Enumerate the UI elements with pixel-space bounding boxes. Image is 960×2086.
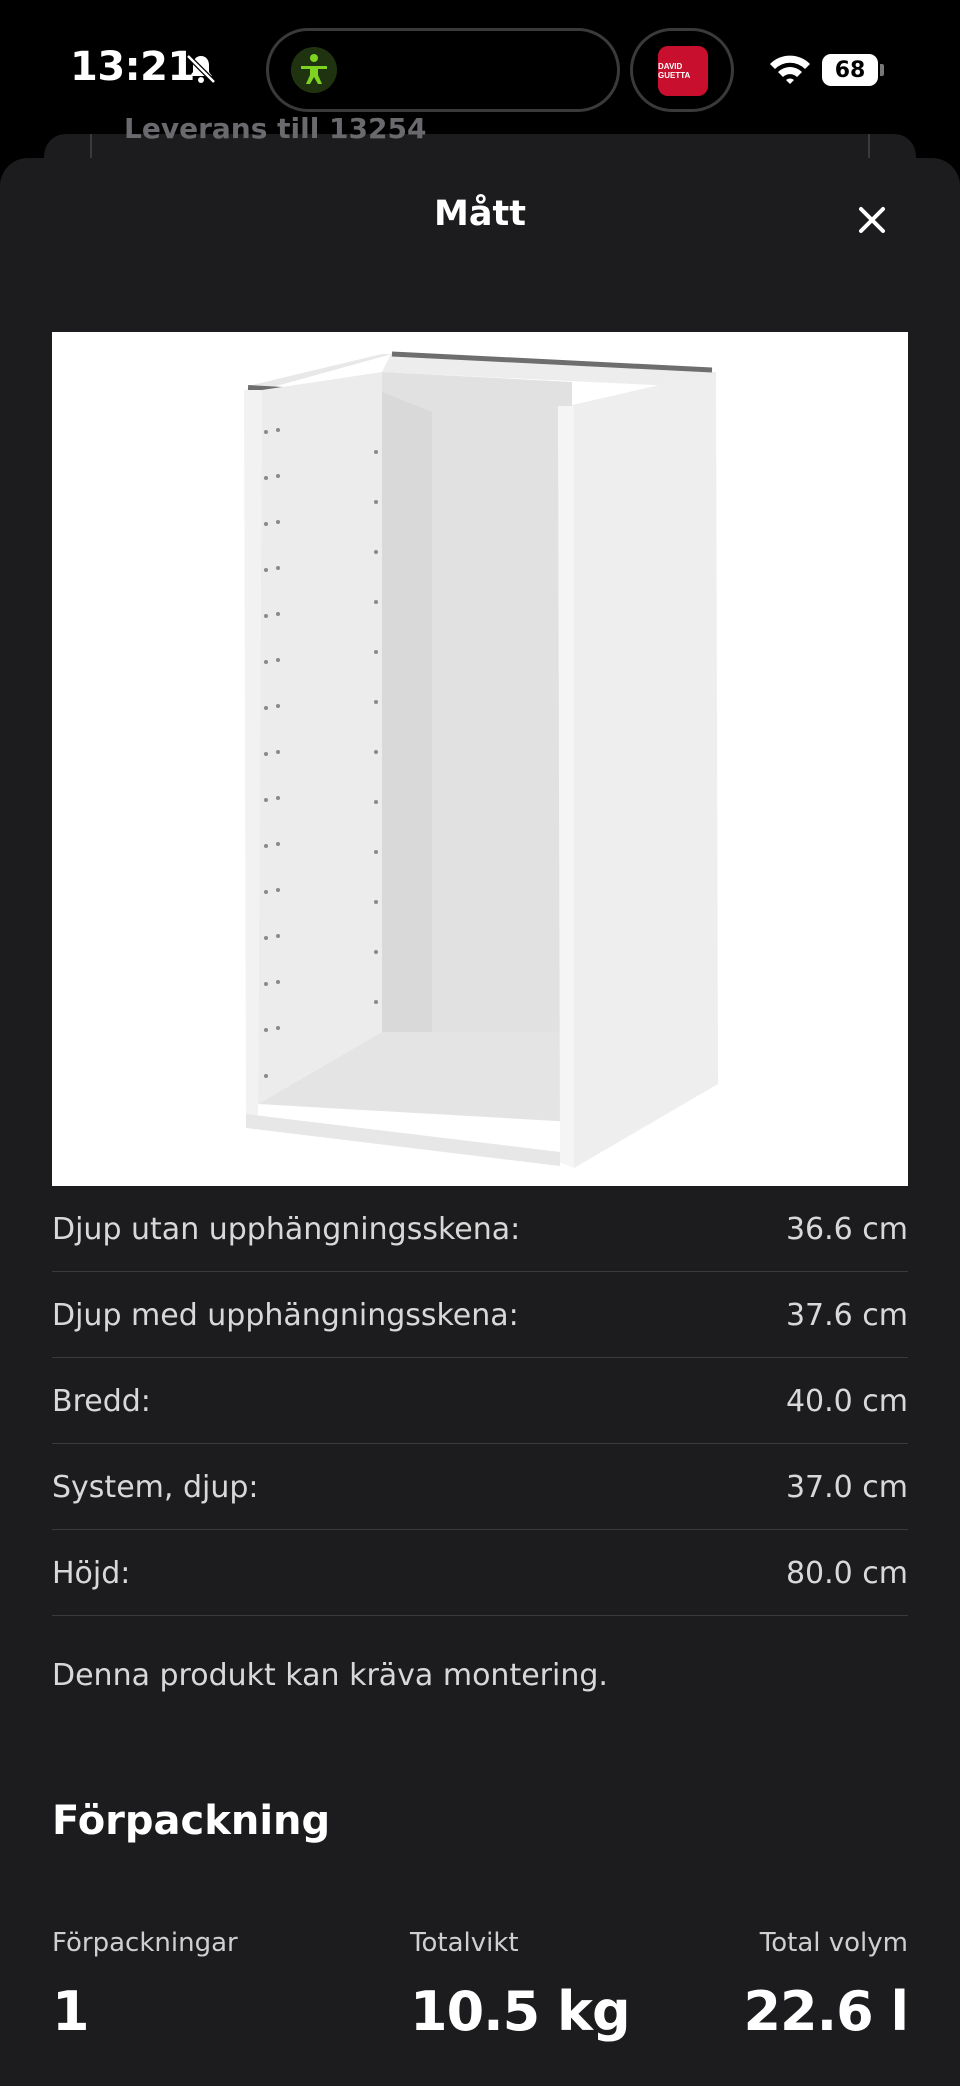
packaging-count-label: Förpackningar [52, 1928, 238, 1958]
specs-list: Djup utan upphängningsskena: 36.6 cm Dju… [52, 1186, 908, 1616]
packaging-weight: Totalvikt 10.5 kg [410, 1928, 631, 2043]
packaging-heading: Förpackning [52, 1798, 331, 1844]
spec-label: Bredd: [52, 1384, 151, 1419]
album-art-text: DAVID GUETTA [658, 62, 691, 80]
packaging-count: Förpackningar 1 [52, 1928, 238, 2043]
screen: 13:21 DAVID GUETTA 68 Leverans till 1325… [0, 0, 960, 2086]
battery-indicator: 68 [822, 54, 878, 86]
spec-value: 37.0 cm [785, 1470, 908, 1505]
spec-row: System, djup: 37.0 cm [52, 1444, 908, 1530]
now-playing-pill[interactable]: DAVID GUETTA [630, 28, 734, 112]
wifi-icon [770, 55, 810, 84]
spec-row: Djup utan upphängningsskena: 36.6 cm [52, 1186, 908, 1272]
sheet-title: Mått [434, 194, 526, 234]
spec-value: 40.0 cm [785, 1384, 908, 1419]
assembly-note: Denna produkt kan kräva montering. [52, 1658, 608, 1693]
product-image [52, 332, 908, 1186]
spec-label: Djup utan upphängningsskena: [52, 1212, 521, 1247]
spec-label: Höjd: [52, 1556, 131, 1591]
spec-row: Bredd: 40.0 cm [52, 1358, 908, 1444]
dynamic-island[interactable] [266, 28, 620, 112]
packaging-count-value: 1 [52, 1980, 90, 2043]
spec-value: 80.0 cm [785, 1556, 908, 1591]
packaging-weight-label: Totalvikt [410, 1928, 519, 1958]
packaging-volume-label: Total volym [759, 1928, 908, 1958]
spec-row: Höjd: 80.0 cm [52, 1530, 908, 1616]
status-time: 13:21 [70, 44, 195, 90]
spec-row: Djup med upphängningsskena: 37.6 cm [52, 1272, 908, 1358]
dimensions-sheet: Mått Djup utan upphängningsskena: 36.6 c… [0, 158, 960, 2086]
battery-tip [880, 64, 884, 76]
fitness-activity-icon [291, 47, 337, 93]
spec-value: 37.6 cm [785, 1298, 908, 1333]
album-art: DAVID GUETTA [658, 46, 708, 96]
spec-label: System, djup: [52, 1470, 259, 1505]
packaging-volume: Total volym 22.6 l [743, 1928, 909, 2043]
packaging-volume-value: 22.6 l [743, 1980, 909, 2043]
close-icon[interactable] [852, 200, 892, 240]
background-card-text: Leverans till 13254 [124, 114, 427, 144]
spec-value: 36.6 cm [785, 1212, 908, 1247]
packaging-weight-value: 10.5 kg [410, 1980, 631, 2043]
spec-label: Djup med upphängningsskena: [52, 1298, 519, 1333]
bell-slash-icon [186, 54, 216, 84]
